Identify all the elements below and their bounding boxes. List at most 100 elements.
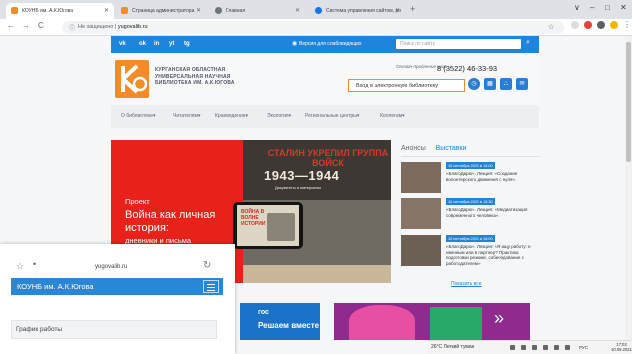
search-icon[interactable]: ⌕ <box>526 39 530 47</box>
new-tab-button[interactable]: + <box>410 4 415 14</box>
tabs-divider <box>401 156 540 157</box>
more-menu-icon[interactable]: ⋮ <box>623 20 631 29</box>
hamburger-line <box>207 290 215 291</box>
mobile-site-header: КОУНБ им. А.К.Югова <box>11 278 223 295</box>
taskbar-tray-icon[interactable] <box>543 345 548 350</box>
close-icon[interactable]: ✕ <box>295 7 300 14</box>
menu-item-local-history[interactable]: Краеведение▾ <box>215 113 248 119</box>
menu-item-regional-centers[interactable]: Региональные центры▾ <box>305 113 359 119</box>
library-name: КУРГАНСКАЯ ОБЛАСТНАЯ УНИВЕРСАЛЬНАЯ НАУЧН… <box>155 67 235 86</box>
taskbar-tray-icon[interactable] <box>532 345 537 350</box>
tab-label: Главная <box>226 8 246 14</box>
banner-title: Война как личная история: <box>125 209 216 234</box>
back-button[interactable]: ← <box>7 21 15 30</box>
mail-icon[interactable]: ✉ <box>516 78 528 90</box>
not-secure-icon[interactable]: ⓘ <box>69 23 75 32</box>
weather-widget[interactable]: 26°C Легкий туман <box>431 344 474 350</box>
menu-item-colleagues[interactable]: Коллегам▾ <box>380 113 405 119</box>
extension-icon[interactable] <box>571 21 579 29</box>
profile-avatar[interactable] <box>610 21 618 29</box>
tab-label: Система управления сайтом, ро <box>326 8 402 14</box>
scrollbar-thumb[interactable] <box>626 42 631 162</box>
maximize-button[interactable]: □ <box>605 3 610 12</box>
hamburger-menu-icon[interactable] <box>203 280 219 293</box>
news-date: 10 сентября 2021 в 18:00 <box>446 235 495 242</box>
menu-item-ecology[interactable]: Экология▾ <box>267 113 291 119</box>
telegram-icon[interactable]: tg <box>184 41 190 47</box>
phone-number[interactable]: 8 (3522) 46-33-93 <box>437 64 497 73</box>
structure-icon[interactable]: ⛬ <box>500 78 512 90</box>
book-cover: СТАЛИН УКРЕПИЛ ГРУППА ВОЙСК 1943—1944 До… <box>243 140 391 200</box>
volume-icon[interactable] <box>565 345 570 350</box>
hamburger-line <box>207 284 215 285</box>
news-title[interactable]: «БлагоДарю». Лекция: «Я ищу работу: к-нв… <box>446 244 540 266</box>
browser-tab[interactable]: Главная ✕ <box>210 3 305 19</box>
news-thumbnail <box>401 162 441 193</box>
clock-icon[interactable]: ◷ <box>468 78 480 90</box>
promo-banner[interactable]: » <box>334 303 530 340</box>
browser-tab[interactable]: Страница администратора ✕ <box>116 3 206 19</box>
page-scrollbar[interactable] <box>625 36 632 340</box>
site-info-icon[interactable]: • <box>33 259 36 269</box>
site-search-input[interactable]: Поиск по сайту <box>396 39 521 49</box>
close-icon[interactable]: ✕ <box>104 7 109 14</box>
menu-item-readers[interactable]: Читателям▾ <box>173 113 200 119</box>
gos-banner-line2: Решаем вместе <box>258 321 320 330</box>
news-card[interactable]: 10 сентября 2021 в 14:00 «БлагоДарю». Ле… <box>401 162 540 195</box>
promo-graphic <box>430 307 482 340</box>
low-vision-link[interactable]: Версия для слабовидящих <box>299 41 362 47</box>
extension-icon[interactable] <box>584 21 592 29</box>
clock-date: 10.09.2021 <box>611 347 632 352</box>
mobile-site-title[interactable]: КОУНБ им. А.К.Югова <box>17 282 94 291</box>
tab-favicon <box>121 7 128 14</box>
ok-icon[interactable]: ok <box>139 41 146 47</box>
close-icon[interactable]: ✕ <box>395 7 400 14</box>
book-subtitle: Документы и материалы <box>275 185 321 190</box>
tab-exhibitions[interactable]: Выставки <box>436 145 467 152</box>
eye-icon: ◉ <box>292 41 298 47</box>
url-separator: | <box>114 24 117 30</box>
hamburger-line <box>207 287 215 288</box>
gosuslugi-banner[interactable]: гос Решаем вместе <box>240 303 320 340</box>
catalog-icon[interactable]: ▦ <box>484 78 496 90</box>
mobile-url[interactable]: yugovalib.ru <box>95 264 127 270</box>
news-title[interactable]: «БлагоДарю». Лекция: «Создание волонтерс… <box>446 171 540 182</box>
tab-search-icon[interactable]: ∨ <box>574 3 580 12</box>
browser-tab[interactable]: Система управления сайтом, ро ✕ <box>310 3 405 19</box>
reload-icon[interactable]: ↻ <box>203 260 211 271</box>
keyboard-language[interactable]: РУС <box>579 345 588 350</box>
news-card[interactable]: 10 сентября 2021 в 18:00 «БлагоДарю». Ле… <box>401 235 540 277</box>
close-icon[interactable]: ✕ <box>196 7 201 14</box>
extensions-puzzle-icon[interactable] <box>597 21 605 29</box>
next-arrow-icon[interactable]: » <box>494 308 504 329</box>
taskbar-tray-icon[interactable] <box>510 345 515 350</box>
news-date: 10 сентября 2021 в 15:30 <box>446 198 495 205</box>
library-logo[interactable] <box>115 60 149 98</box>
taskbar-clock[interactable]: 17:03 10.09.2021 <box>611 342 632 352</box>
vk-icon[interactable]: vk <box>119 41 126 47</box>
tab-favicon <box>11 7 18 14</box>
browser-tab-active[interactable]: КОУНБ им. А.К.Югова ✕ <box>6 3 114 19</box>
tab-label: КОУНБ им. А.К.Югова <box>22 8 74 14</box>
site-header: КУРГАНСКАЯ ОБЛАСТНАЯ УНИВЕРСАЛЬНАЯ НАУЧН… <box>111 53 539 105</box>
mobile-menu-item[interactable]: График работы <box>11 320 217 339</box>
menu-item-about[interactable]: О библиотеке▾ <box>121 113 156 119</box>
star-icon[interactable]: ☆ <box>16 261 24 272</box>
browser-tabstrip: КОУНБ им. А.К.Югова ✕ Страница администр… <box>0 0 632 19</box>
news-card[interactable]: 10 сентября 2021 в 15:30 «БлагоДарю». Ле… <box>401 198 540 231</box>
minimize-button[interactable]: – <box>590 3 594 12</box>
close-window-button[interactable]: ✕ <box>620 3 627 12</box>
forward-button[interactable]: → <box>22 21 30 30</box>
show-all-link[interactable]: Показать все <box>451 281 482 287</box>
taskbar-tray-icon[interactable] <box>521 345 526 350</box>
news-title[interactable]: «БлагоДарю». Лекция: «Медиатизация совре… <box>446 207 540 218</box>
electronic-library-button[interactable]: Вход в электронную библиотеку <box>348 79 465 92</box>
tab-announcements[interactable]: Анонсы <box>401 145 426 152</box>
address-bar[interactable]: ⓘ Не защищено | yugovalib.ru ☆ <box>62 21 564 34</box>
instagram-icon[interactable]: in <box>154 41 159 47</box>
bookmark-star-icon[interactable]: ☆ <box>548 23 554 31</box>
youtube-icon[interactable]: yt <box>169 41 174 47</box>
reload-button[interactable]: C <box>38 21 44 30</box>
network-icon[interactable] <box>554 345 559 350</box>
book-years: 1943—1944 <box>264 168 340 183</box>
